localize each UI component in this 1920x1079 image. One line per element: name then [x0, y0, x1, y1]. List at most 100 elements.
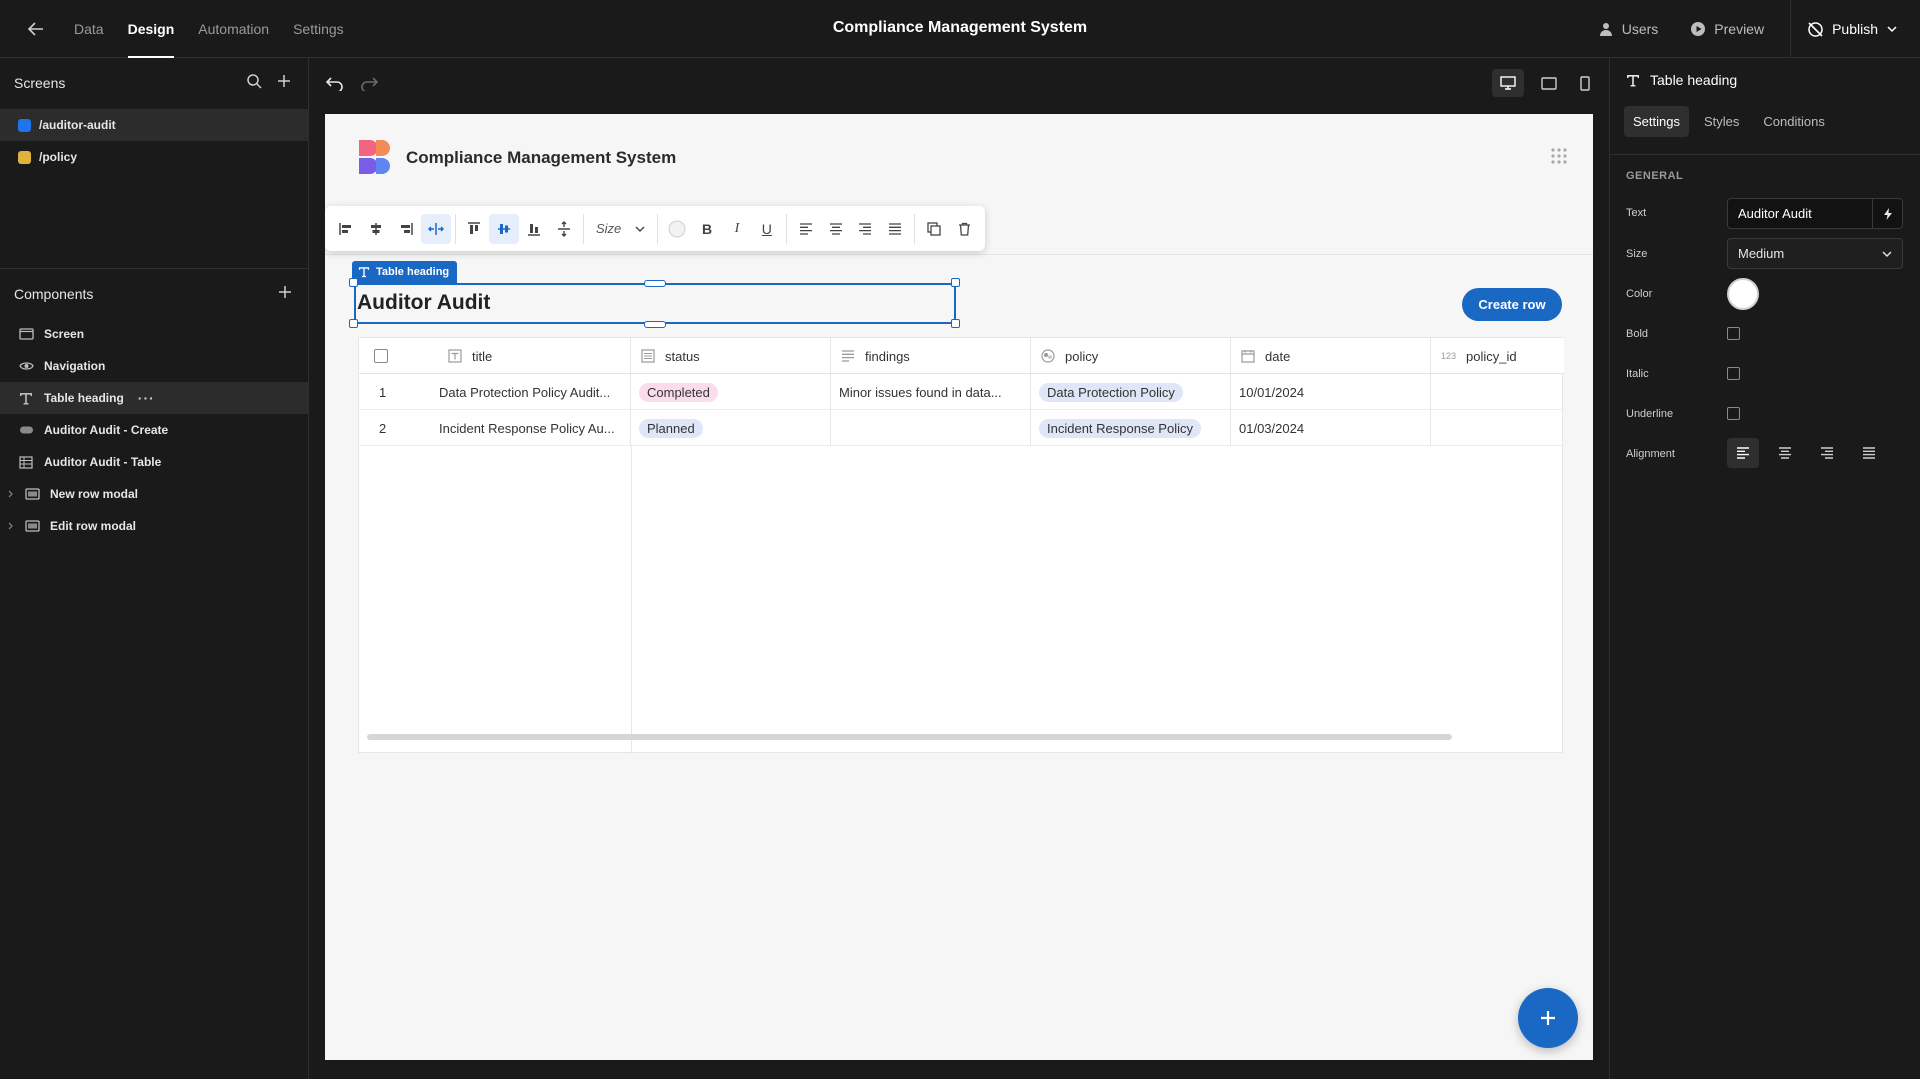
component-item-new-row-modal[interactable]: New row modal [0, 478, 308, 510]
text-align-right-icon [859, 222, 872, 235]
delete-button[interactable] [949, 214, 979, 244]
bold-checkbox[interactable] [1727, 327, 1740, 340]
column-header-findings[interactable]: findings [831, 338, 1031, 374]
text-align-center-button[interactable] [821, 214, 851, 244]
screen-item-auditor-audit[interactable]: /auditor-audit [0, 109, 308, 141]
italic-button[interactable]: I [722, 214, 752, 244]
resize-handle[interactable] [349, 319, 358, 328]
resize-handle[interactable] [349, 278, 358, 287]
align-left-edge-button[interactable] [331, 214, 361, 244]
tab-conditions[interactable]: Conditions [1754, 106, 1833, 137]
alignment-group [1727, 438, 1885, 468]
table-row[interactable]: 1 Data Protection Policy Audit... Comple… [359, 374, 1564, 410]
text-align-right-button[interactable] [851, 214, 881, 244]
add-screen-icon[interactable] [276, 73, 292, 89]
table-heading[interactable]: Auditor Audit [357, 291, 490, 315]
more-options-icon[interactable]: ··· [138, 390, 155, 406]
relationship-column-icon [1041, 349, 1055, 363]
tab-styles[interactable]: Styles [1695, 106, 1748, 137]
align-center-h-button[interactable] [361, 214, 391, 244]
component-item-create[interactable]: Auditor Audit - Create [0, 414, 308, 446]
chevron-right-icon[interactable] [8, 522, 14, 530]
component-item-screen[interactable]: Screen [0, 318, 308, 350]
horizontal-scrollbar[interactable] [367, 734, 1452, 740]
back-button[interactable] [24, 17, 48, 41]
add-component-fab[interactable] [1518, 988, 1578, 1048]
column-header-status[interactable]: status [631, 338, 831, 374]
trash-icon [958, 222, 970, 236]
select-all-checkbox[interactable] [374, 349, 388, 363]
design-canvas[interactable]: Compliance Management System Size B I U [325, 114, 1593, 1060]
column-header-policy[interactable]: policy [1031, 338, 1231, 374]
redo-icon[interactable] [360, 75, 378, 91]
component-item-table[interactable]: Auditor Audit - Table [0, 446, 308, 478]
tab-settings[interactable]: Settings [293, 0, 344, 58]
text-justify-button[interactable] [880, 214, 910, 244]
lightning-icon [1883, 207, 1892, 220]
stretch-h-button[interactable] [420, 213, 451, 244]
desktop-view-button[interactable] [1492, 69, 1524, 97]
bold-button[interactable]: B [692, 214, 722, 244]
resize-handle[interactable] [644, 280, 666, 287]
search-icon[interactable] [246, 73, 262, 89]
tab-data[interactable]: Data [74, 0, 104, 58]
bindings-button[interactable] [1872, 199, 1902, 228]
resize-handle[interactable] [644, 321, 666, 328]
underline-button[interactable]: U [752, 214, 782, 244]
italic-checkbox[interactable] [1727, 367, 1740, 380]
column-header-title[interactable]: title [359, 338, 631, 374]
resize-handle[interactable] [951, 278, 960, 287]
resize-handle[interactable] [951, 319, 960, 328]
align-center-button[interactable] [1769, 438, 1801, 468]
align-top-button[interactable] [460, 214, 490, 244]
duplicate-button[interactable] [919, 214, 949, 244]
component-item-label: Auditor Audit - Create [44, 423, 169, 437]
publish-label: Publish [1832, 21, 1878, 37]
column-header-policy-id[interactable]: 123 policy_id [1431, 338, 1564, 374]
app-grid-icon[interactable] [1551, 148, 1567, 164]
canvas-toolbar [309, 58, 1609, 108]
align-middle-button[interactable] [489, 213, 520, 244]
tab-settings-panel[interactable]: Settings [1624, 106, 1689, 137]
create-row-button[interactable]: Create row [1462, 288, 1562, 321]
add-component-icon[interactable] [277, 284, 293, 300]
column-header-date[interactable]: date [1231, 338, 1431, 374]
align-left-button[interactable] [1727, 438, 1759, 468]
tablet-view-button[interactable] [1535, 69, 1563, 97]
mobile-view-button[interactable] [1571, 69, 1599, 97]
align-bottom-button[interactable] [519, 214, 549, 244]
preview-button[interactable]: Preview [1674, 0, 1780, 58]
table-cell: Incident Response Policy [1031, 410, 1231, 446]
cell-date: 01/03/2024 [1239, 420, 1305, 436]
size-setting-select[interactable]: Medium [1727, 238, 1903, 269]
users-button[interactable]: Users [1582, 0, 1675, 58]
screen-color-swatch [18, 118, 31, 132]
play-icon [1691, 22, 1706, 36]
color-picker[interactable] [1727, 278, 1759, 310]
align-right-button[interactable] [1811, 438, 1843, 468]
align-right-edge-button[interactable] [391, 214, 421, 244]
size-select[interactable]: Size [588, 221, 653, 236]
status-badge: Completed [639, 382, 718, 402]
undo-icon[interactable] [326, 75, 344, 91]
italic-setting-label: Italic [1626, 368, 1649, 380]
text-align-left-button[interactable] [791, 214, 821, 244]
user-icon [1599, 23, 1612, 36]
underline-checkbox[interactable] [1727, 407, 1740, 420]
table-row[interactable]: 2 Incident Response Policy Au... Planned… [359, 410, 1564, 446]
component-item-table-heading[interactable]: Table heading ··· [0, 382, 308, 414]
screen-item-policy[interactable]: /policy [0, 141, 308, 173]
publish-button[interactable]: Publish [1790, 0, 1920, 58]
text-justify-icon [889, 222, 902, 235]
component-item-navigation[interactable]: Navigation [0, 350, 308, 382]
component-item-edit-row-modal[interactable]: Edit row modal [0, 510, 308, 542]
column-header-label: status [665, 348, 700, 364]
tab-automation[interactable]: Automation [198, 0, 269, 58]
stretch-v-button[interactable] [549, 214, 579, 244]
text-justify-icon [1863, 447, 1875, 459]
tab-design[interactable]: Design [127, 0, 174, 58]
align-justify-button[interactable] [1853, 438, 1885, 468]
chevron-right-icon[interactable] [8, 490, 14, 498]
color-button[interactable] [662, 214, 692, 244]
align-top-icon [468, 221, 481, 234]
